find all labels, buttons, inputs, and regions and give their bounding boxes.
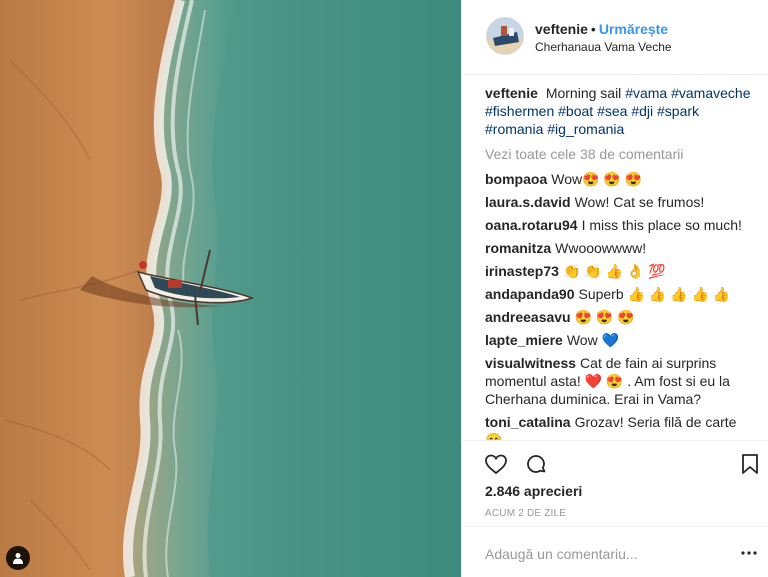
- comments-list[interactable]: veftenie Morning sail #vama #vamaveche #…: [485, 84, 757, 440]
- post-side-panel: veftenie • Urmărește Cherhanaua Vama Veche…: [461, 0, 768, 577]
- comment-username[interactable]: irinastep73: [485, 263, 559, 279]
- comment-text: I miss this place so much!: [581, 217, 742, 233]
- add-comment-area: Adaugă un comentariu...: [462, 526, 768, 577]
- comment-text: Wow 💙: [566, 332, 620, 348]
- comment-username[interactable]: laura.s.david: [485, 194, 571, 210]
- comment-username[interactable]: andreeasavu: [485, 309, 571, 325]
- location-link[interactable]: Cherhanaua Vama Veche: [535, 40, 672, 54]
- follow-button[interactable]: Urmărește: [599, 21, 668, 37]
- comment-text: Superb 👍 👍 👍 👍 👍: [578, 286, 731, 302]
- comment-text: 👏 👏 👍 👌 💯: [562, 263, 666, 279]
- more-icon: [741, 551, 757, 555]
- caption-text: Morning sail: [545, 85, 622, 101]
- comment-username[interactable]: andapanda90: [485, 286, 574, 302]
- comment-item: andreeasavu 😍 😍 😍: [485, 308, 757, 326]
- caption-username[interactable]: veftenie: [485, 85, 538, 101]
- post-caption: veftenie Morning sail #vama #vamaveche #…: [485, 84, 757, 138]
- comment-text: Wow😍 😍 😍: [551, 171, 643, 187]
- post-header: veftenie • Urmărește Cherhanaua Vama Veche: [462, 0, 768, 75]
- like-button[interactable]: [484, 452, 508, 476]
- more-options-button[interactable]: [739, 545, 759, 561]
- header-username[interactable]: veftenie: [535, 21, 588, 37]
- header-separator: •: [590, 21, 596, 37]
- header-line: veftenie • Urmărește: [535, 21, 668, 37]
- post-timestamp: Acum 2 de zile: [485, 508, 567, 519]
- comment-text: 😍 😍 😍: [574, 309, 635, 325]
- user-tag-icon[interactable]: [6, 546, 30, 570]
- view-all-comments-link[interactable]: Vezi toate cele 38 de comentarii: [485, 145, 757, 163]
- comment-username[interactable]: visualwitness: [485, 355, 576, 371]
- comment-username[interactable]: lapte_miere: [485, 332, 563, 348]
- comment-username[interactable]: oana.rotaru94: [485, 217, 578, 233]
- avatar-image-icon: [487, 18, 523, 54]
- comment-item: romanitza Wwooowwww!: [485, 239, 757, 257]
- comment-username[interactable]: romanitza: [485, 240, 551, 256]
- save-button[interactable]: [738, 452, 762, 476]
- comment-item: lapte_miere Wow 💙: [485, 331, 757, 349]
- comment-icon: [527, 455, 546, 473]
- comment-item: bompaoa Wow😍 😍 😍: [485, 170, 757, 188]
- likes-count[interactable]: 2.846 aprecieri: [485, 483, 582, 499]
- bookmark-icon: [742, 454, 758, 474]
- comment-item: andapanda90 Superb 👍 👍 👍 👍 👍: [485, 285, 757, 303]
- beach-aerial-image: [0, 0, 461, 577]
- comment-text: Wwooowwww!: [555, 240, 647, 256]
- avatar[interactable]: [486, 17, 524, 55]
- heart-icon: [485, 454, 507, 475]
- post-photo[interactable]: [0, 0, 461, 577]
- comment-username[interactable]: bompaoa: [485, 171, 547, 187]
- comment-button[interactable]: [524, 452, 548, 476]
- comment-username[interactable]: toni_catalina: [485, 414, 571, 430]
- action-bar: [462, 440, 768, 480]
- comment-text: Wow! Cat se frumos!: [574, 194, 705, 210]
- comment-item: laura.s.david Wow! Cat se frumos!: [485, 193, 757, 211]
- comment-item: visualwitness Cat de fain ai surprins mom…: [485, 354, 757, 408]
- add-comment-input[interactable]: Adaugă un comentariu...: [485, 546, 638, 562]
- comment-item: toni_catalina Grozav! Seria filă de carte…: [485, 413, 757, 440]
- comment-item: oana.rotaru94 I miss this place so much!: [485, 216, 757, 234]
- comment-item: irinastep73 👏 👏 👍 👌 💯: [485, 262, 757, 280]
